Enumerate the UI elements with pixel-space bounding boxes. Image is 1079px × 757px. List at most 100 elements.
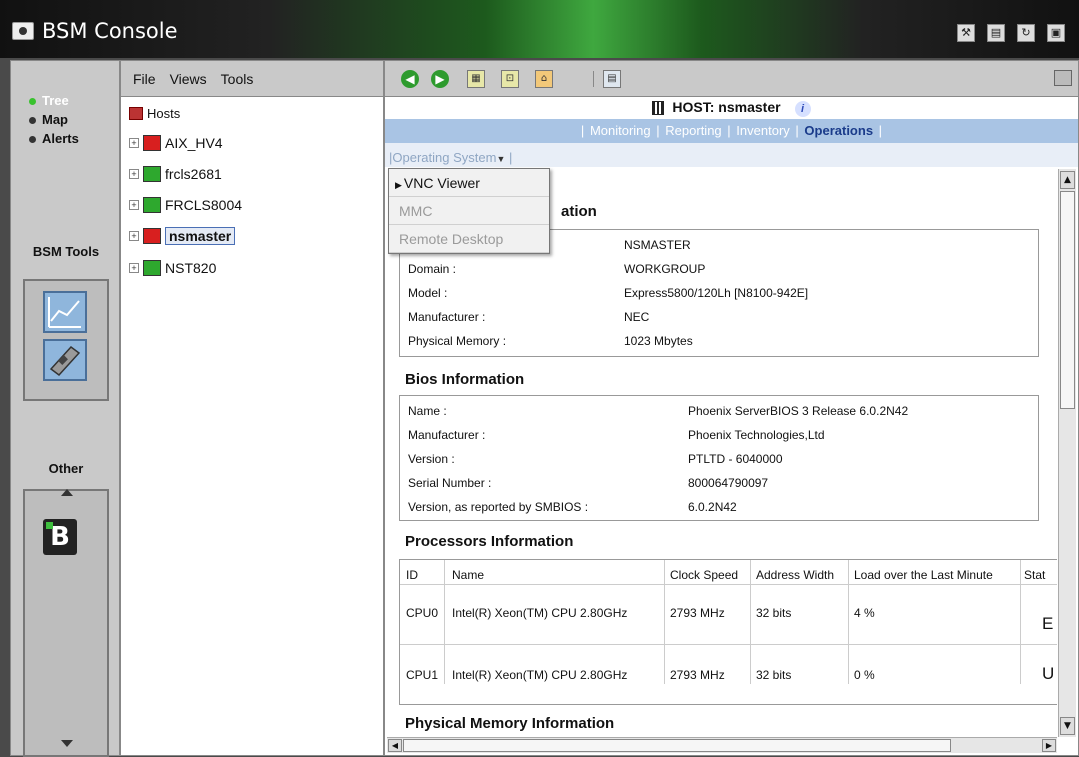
scrollbar-thumb[interactable] [403, 739, 951, 752]
bsm-app-icon[interactable]: B [43, 519, 77, 555]
other-label: Other [48, 461, 84, 476]
tree-node-nsmaster[interactable]: + nsmaster [129, 227, 236, 245]
other-panel: B [23, 489, 109, 757]
table-divider [444, 560, 445, 684]
nav-item-tree[interactable]: Tree [29, 93, 69, 108]
submenu-arrow-icon: ▶ [395, 180, 402, 190]
table-cell: Intel(R) Xeon(TM) CPU 2.80GHz [452, 606, 628, 620]
info-key: Physical Memory : [408, 334, 507, 348]
vertical-scrollbar[interactable]: ▲ ▼ [1058, 169, 1076, 737]
info-key: Version, as reported by SMBIOS : [408, 500, 589, 514]
menu-views[interactable]: Views [170, 71, 207, 96]
expand-icon[interactable]: + [129, 263, 139, 273]
scroll-right-arrow-icon[interactable]: ▶ [1042, 739, 1056, 752]
scroll-down-arrow-icon[interactable]: ▼ [1060, 717, 1075, 735]
expand-icon[interactable]: + [129, 138, 139, 148]
info-key: Serial Number : [408, 476, 492, 490]
menu-item-vnc-viewer[interactable]: ▶ VNC Viewer [389, 169, 549, 197]
scrollbar-thumb[interactable] [1060, 191, 1075, 409]
table-cell: 0 % [854, 668, 875, 682]
menu-item-label: Remote Desktop [399, 231, 504, 247]
info-key: Manufacturer : [408, 310, 486, 324]
menu-tools[interactable]: Tools [221, 71, 254, 96]
table-cell: 2793 MHz [670, 606, 725, 620]
bios-info-heading: Bios Information [405, 371, 525, 388]
tree-node-label: frcls2681 [165, 166, 222, 182]
document-icon[interactable]: ▤ [987, 24, 1005, 42]
tab-reporting[interactable]: Reporting [665, 123, 721, 138]
dropdown-caret-icon[interactable]: ▼ [496, 154, 505, 164]
processors-table: ID Name Clock Speed Address Width Load o… [399, 559, 1057, 705]
column-header: Clock Speed [670, 568, 739, 582]
subtab-operating-system[interactable]: Operating System [392, 150, 496, 165]
tab-separator: | [795, 123, 799, 138]
nav-item-label: Tree [42, 93, 69, 108]
home-icon[interactable]: ⌂ [535, 70, 553, 88]
tab-monitoring[interactable]: Monitoring [590, 123, 651, 138]
operating-system-dropdown: ▶ VNC Viewer MMC Remote Desktop [388, 168, 550, 254]
expand-icon[interactable]: + [129, 169, 139, 179]
menu-file[interactable]: File [133, 71, 156, 96]
table-cell: CPU1 [406, 668, 439, 682]
circuit-board-icon [49, 345, 81, 377]
table-cell: E [1042, 614, 1054, 633]
nav-item-alerts[interactable]: Alerts [29, 131, 79, 146]
tab-inventory[interactable]: Inventory [736, 123, 789, 138]
info-value: PTLTD - 6040000 [688, 452, 783, 466]
menu-item-remote-desktop: Remote Desktop [389, 225, 549, 253]
column-header: Load over the Last Minute [854, 568, 993, 582]
table-cell: U [1042, 664, 1055, 683]
monitor-icon[interactable]: ▣ [1047, 24, 1065, 42]
radio-dot-icon [29, 98, 36, 106]
tree-node-aix-hv4[interactable]: + AIX_HV4 [129, 135, 223, 151]
nav-item-map[interactable]: Map [29, 112, 68, 127]
refresh-icon[interactable]: ↻ [1017, 24, 1035, 42]
scroll-down-icon[interactable] [61, 740, 73, 747]
window-icon[interactable]: ▤ [603, 70, 621, 88]
scroll-up-arrow-icon[interactable]: ▲ [1060, 171, 1075, 189]
scroll-up-icon[interactable] [61, 489, 73, 496]
info-value: 1023 Mbytes [624, 334, 693, 348]
info-icon[interactable]: i [794, 101, 811, 117]
table-cell: 32 bits [756, 668, 792, 682]
nav-item-label: Alerts [42, 131, 79, 146]
tree-root-hosts[interactable]: Hosts [129, 106, 180, 121]
tab-separator: | [878, 123, 883, 138]
scroll-left-arrow-icon[interactable]: ◀ [388, 739, 402, 752]
table-cell: 32 bits [756, 606, 792, 620]
table-cell: CPU0 [406, 606, 439, 620]
bios-info-box: Name : Phoenix ServerBIOS 3 Release 6.0.… [399, 395, 1039, 521]
table-divider [848, 560, 849, 684]
radio-dot-icon [29, 136, 36, 144]
table-divider [750, 560, 751, 684]
menu-item-mmc: MMC [389, 197, 549, 225]
toolbar-separator [593, 71, 594, 87]
tree-node-frcls2681[interactable]: + frcls2681 [129, 166, 222, 182]
tree-menubar: File Views Tools [121, 61, 383, 97]
info-value: WORKGROUP [624, 262, 706, 276]
back-icon[interactable]: ◀ [401, 70, 419, 88]
column-header: ID [406, 568, 418, 582]
print-icon[interactable] [1054, 70, 1072, 86]
title-bar: BSM Console ⚒ ▤ ↻ ▣ [0, 0, 1079, 58]
tab-operations[interactable]: Operations [804, 123, 873, 138]
table-divider [664, 560, 665, 684]
tools-icon[interactable]: ⚒ [957, 24, 975, 42]
info-value: NEC [624, 310, 650, 324]
schedule-icon[interactable]: ⊡ [501, 70, 519, 88]
tree-node-nst820[interactable]: + NST820 [129, 260, 216, 276]
expand-icon[interactable]: + [129, 200, 139, 210]
expand-icon[interactable]: + [129, 231, 139, 241]
tree-node-frcls8004[interactable]: + FRCLS8004 [129, 197, 242, 213]
report-icon[interactable]: ▦ [467, 70, 485, 88]
hardware-tool-button[interactable] [43, 339, 87, 381]
physical-memory-heading: Physical Memory Information [405, 715, 615, 732]
tree-node-label: nsmaster [165, 227, 236, 245]
title-bar-icons: ⚒ ▤ ↻ ▣ [957, 24, 1065, 42]
info-value: Express5800/120Lh [N8100-942E] [624, 286, 809, 300]
horizontal-scrollbar[interactable]: ◀ ▶ [387, 737, 1057, 753]
forward-icon[interactable]: ▶ [431, 70, 449, 88]
host-title: HOST: nsmaster [672, 99, 781, 115]
line-chart-icon [48, 297, 81, 328]
chart-tool-button[interactable] [43, 291, 87, 333]
